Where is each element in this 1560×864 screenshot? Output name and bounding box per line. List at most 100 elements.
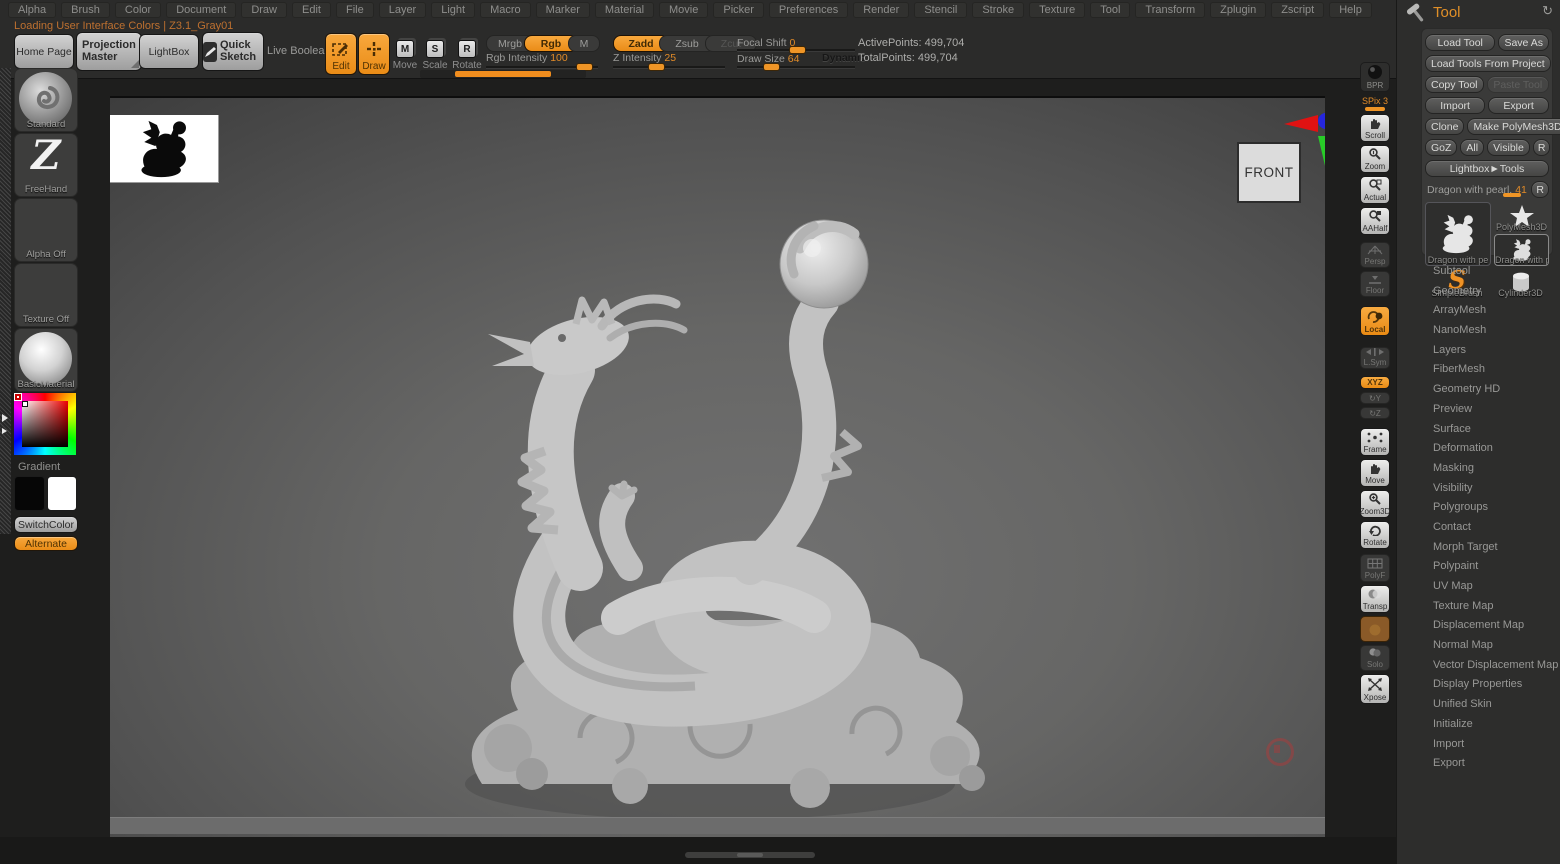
menu-item[interactable]: Material — [595, 2, 654, 18]
rotate-3d-button[interactable]: Rotate — [1360, 521, 1390, 549]
menu-item[interactable]: Movie — [659, 2, 708, 18]
xpose-button[interactable]: Xpose — [1360, 674, 1390, 704]
switch-color-button[interactable]: SwitchColor — [14, 516, 78, 533]
tool-section-header[interactable]: Morph Target — [1421, 538, 1553, 558]
quick-sketch-button[interactable]: Quick Sketch — [202, 32, 264, 71]
rotate-z-button[interactable]: ↻Z — [1360, 407, 1390, 419]
color-picker[interactable] — [14, 393, 76, 455]
menu-item[interactable]: Texture — [1029, 2, 1085, 18]
brush-selector[interactable]: Standard — [14, 68, 78, 132]
move-3d-button[interactable]: Move — [1360, 459, 1390, 487]
tool-section-header[interactable]: NanoMesh — [1421, 321, 1553, 341]
tool-section-header[interactable]: Vector Displacement Map — [1421, 656, 1553, 676]
visible-button[interactable]: Visible — [1487, 139, 1530, 156]
scroll-arrow-icon[interactable] — [2, 414, 8, 422]
zoom-button[interactable]: Zoom — [1360, 145, 1390, 173]
texture-selector[interactable]: Texture Off — [14, 263, 78, 327]
menu-item[interactable]: Zplugin — [1210, 2, 1266, 18]
active-tool-thumbnail[interactable]: Dragon with pe — [1425, 202, 1491, 266]
tool-section-header[interactable]: Import — [1421, 735, 1553, 755]
alternate-button[interactable]: Alternate — [14, 536, 78, 551]
floor-button[interactable]: Floor — [1360, 271, 1390, 297]
menu-item[interactable]: Layer — [379, 2, 427, 18]
menu-item[interactable]: Color — [115, 2, 161, 18]
make-polymesh3d-button[interactable]: Make PolyMesh3D — [1467, 118, 1560, 135]
menu-item[interactable]: Marker — [536, 2, 590, 18]
polyframe-button[interactable]: PolyF — [1360, 554, 1390, 582]
tool-section-header[interactable]: Polygroups — [1421, 498, 1553, 518]
tool-section-header[interactable]: Displacement Map — [1421, 616, 1553, 636]
clone-button[interactable]: Clone — [1425, 118, 1464, 135]
ghost-button[interactable] — [1360, 616, 1390, 642]
tool-section-header[interactable]: UV Map — [1421, 577, 1553, 597]
menu-item[interactable]: Document — [166, 2, 236, 18]
local-button[interactable]: Local — [1360, 306, 1390, 336]
tool-section-header[interactable]: Normal Map — [1421, 636, 1553, 656]
home-page-button[interactable]: Home Page — [14, 34, 74, 69]
menu-item[interactable]: Draw — [241, 2, 287, 18]
aahalf-button[interactable]: AAHalf — [1360, 207, 1390, 235]
paste-tool-button[interactable]: Paste Tool — [1487, 76, 1549, 93]
tool-section-header[interactable]: Geometry HD — [1421, 380, 1553, 400]
move-button[interactable]: M Move — [391, 33, 419, 73]
lsym-button[interactable]: L.Sym — [1360, 347, 1390, 369]
scroll-button[interactable]: Scroll — [1360, 114, 1390, 142]
menu-item[interactable]: Light — [431, 2, 475, 18]
restore-button[interactable]: R — [1531, 181, 1549, 198]
tool-section-header[interactable]: Surface — [1421, 420, 1553, 440]
import-button[interactable]: Import — [1425, 97, 1485, 114]
actual-button[interactable]: Actual — [1360, 176, 1390, 204]
tool-section-header[interactable]: Layers — [1421, 341, 1553, 361]
axis-gizmo-icon[interactable] — [1282, 108, 1325, 172]
draw-size-slider-handle[interactable] — [763, 63, 780, 71]
color-picker-sv-square[interactable] — [22, 401, 68, 447]
spix-slider[interactable]: SPix 3 — [1359, 96, 1391, 111]
menu-item[interactable]: Render — [853, 2, 909, 18]
tool-section-header[interactable]: Texture Map — [1421, 597, 1553, 617]
secondary-color-swatch[interactable] — [47, 476, 78, 511]
tool-section-header[interactable]: Preview — [1421, 400, 1553, 420]
scroll-arrow-icon[interactable] — [2, 428, 7, 434]
canvas-bottom-scrollbar[interactable] — [110, 817, 1325, 834]
current-tool-slider[interactable] — [1503, 193, 1521, 197]
zoom3d-button[interactable]: Zoom3D — [1360, 490, 1390, 518]
tool-section-header[interactable]: Deformation — [1421, 439, 1553, 459]
tool-section-header[interactable]: Unified Skin — [1421, 695, 1553, 715]
menu-item[interactable]: Stroke — [972, 2, 1024, 18]
bpr-button[interactable]: BPR — [1360, 62, 1390, 92]
all-button[interactable]: All — [1460, 139, 1484, 156]
scale-button[interactable]: S Scale — [421, 33, 449, 73]
rotate-y-button[interactable]: ↻Y — [1360, 392, 1390, 404]
tool-section-header[interactable]: Geometry — [1421, 282, 1553, 302]
draw-button[interactable]: Draw — [358, 33, 390, 75]
alpha-selector[interactable]: Alpha Off — [14, 198, 78, 262]
frame-button[interactable]: Frame — [1360, 428, 1390, 456]
tool-section-header[interactable]: FiberMesh — [1421, 360, 1553, 380]
transp-button[interactable]: Transp — [1360, 585, 1390, 613]
tool-section-header[interactable]: ArrayMesh — [1421, 301, 1553, 321]
goz-r-button[interactable]: R — [1533, 139, 1551, 156]
tool-section-header[interactable]: Contact — [1421, 518, 1553, 538]
z-intensity-slider-handle[interactable] — [648, 63, 665, 71]
menu-item[interactable]: File — [336, 2, 374, 18]
load-tools-from-project-button[interactable]: Load Tools From Project — [1425, 55, 1551, 72]
spix-slider-handle[interactable] — [1365, 107, 1385, 111]
material-selector[interactable]: BasicMaterial — [14, 328, 78, 392]
export-button[interactable]: Export — [1488, 97, 1549, 114]
tool-section-header[interactable]: Export — [1421, 754, 1553, 774]
tool-section-header[interactable]: Masking — [1421, 459, 1553, 479]
z-intensity-slider[interactable] — [613, 66, 725, 69]
stroke-selector[interactable]: Z FreeHand — [14, 133, 78, 197]
goz-button[interactable]: GoZ — [1425, 139, 1457, 156]
xyz-button[interactable]: XYZ — [1360, 376, 1390, 389]
draw-size-slider[interactable] — [737, 66, 855, 69]
tool-section-header[interactable]: Subtool — [1421, 262, 1553, 282]
menu-item[interactable]: Brush — [61, 2, 110, 18]
menu-item[interactable]: Zscript — [1271, 2, 1324, 18]
menu-item[interactable]: Preferences — [769, 2, 848, 18]
edit-button[interactable]: Edit — [325, 33, 357, 75]
m-button[interactable]: M — [568, 35, 600, 52]
load-tool-button[interactable]: Load Tool — [1425, 34, 1495, 51]
tool-section-header[interactable]: Polypaint — [1421, 557, 1553, 577]
tool-section-header[interactable]: Visibility — [1421, 479, 1553, 499]
